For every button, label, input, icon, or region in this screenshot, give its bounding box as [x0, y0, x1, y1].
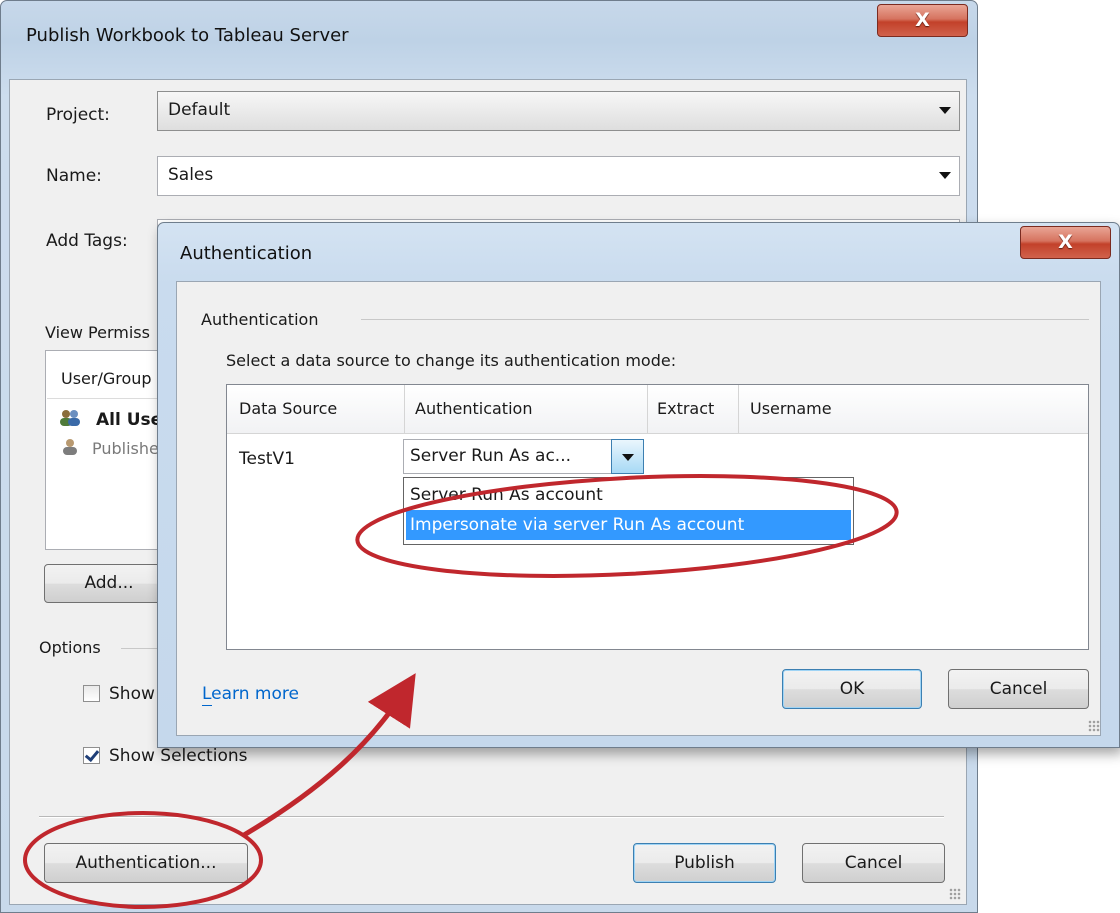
highlight-ellipse-authentication-button — [23, 811, 263, 909]
highlight-ellipse-impersonate-option — [355, 474, 899, 578]
annotation-overlay — [23, 474, 899, 909]
arrow-icon — [242, 673, 416, 838]
